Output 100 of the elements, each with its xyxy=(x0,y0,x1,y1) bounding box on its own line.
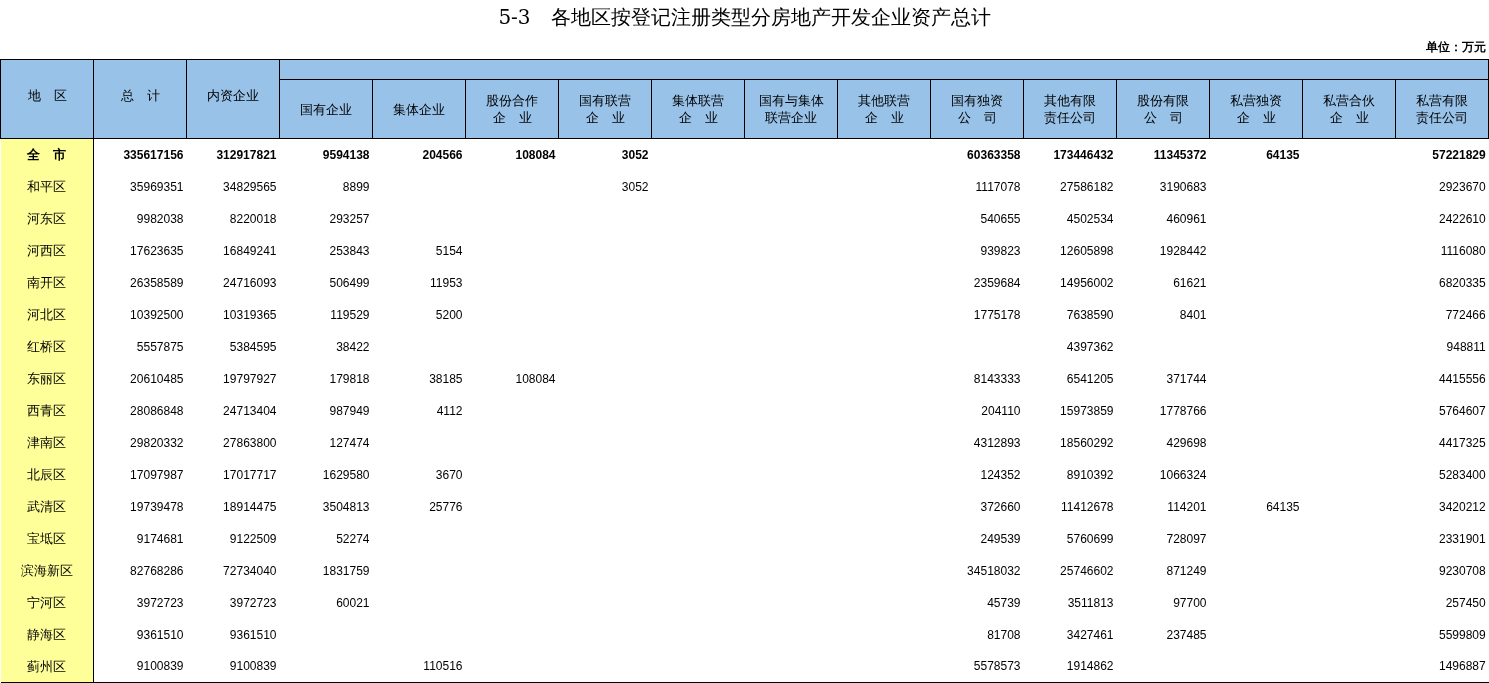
table-cell-text: 1066324 xyxy=(1158,466,1208,484)
table-cell: 57221829 xyxy=(1395,138,1489,171)
table-cell-text: 17017717 xyxy=(222,466,278,484)
column-header: 内资企业 xyxy=(186,59,280,139)
row-header: 东丽区 xyxy=(0,362,94,395)
table-cell-text: 1831759 xyxy=(321,562,371,580)
table-cell-text: 204110 xyxy=(980,402,1022,420)
row-header: 津南区 xyxy=(0,426,94,459)
column-header: 其他有限 责任公司 xyxy=(1023,79,1117,139)
column-header: 国有独资 公 司 xyxy=(930,79,1024,139)
table-cell: 5578573 xyxy=(930,650,1024,683)
table-cell-text: 249539 xyxy=(979,530,1022,548)
column-header: 私营有限 责任公司 xyxy=(1395,79,1489,139)
column-header: 私营合伙 企 业 xyxy=(1302,79,1396,139)
table-cell-text: 16849241 xyxy=(222,242,278,260)
table-cell-text: 5384595 xyxy=(228,338,278,356)
table-cell-text: 1116080 xyxy=(1439,242,1487,260)
row-header: 武清区 xyxy=(0,490,94,523)
table-cell-text: 3972723 xyxy=(228,594,278,612)
table-cell-text: 38422 xyxy=(335,338,371,356)
table-cell-text: 1778766 xyxy=(1158,402,1208,420)
table-cell-text: 60021 xyxy=(335,594,371,612)
row-header: 静海区 xyxy=(0,618,94,651)
unit-label: 单位：万元 xyxy=(1426,38,1486,56)
column-header: 集体联营 企 业 xyxy=(651,79,745,139)
table-cell-text: 2331901 xyxy=(1437,530,1487,548)
column-header: 国有与集体 联营企业 xyxy=(744,79,838,139)
table-cell: 28086848 xyxy=(93,394,187,427)
table-cell-text: 5599809 xyxy=(1437,626,1487,644)
table-cell-text: 3504813 xyxy=(321,498,371,516)
column-header: 总 计 xyxy=(93,59,187,139)
table-cell-text: 4312893 xyxy=(972,434,1022,452)
table-cell: 5557875 xyxy=(93,330,187,363)
table-cell-text: 939823 xyxy=(979,242,1022,260)
table-cell-text: 237485 xyxy=(1165,626,1208,644)
table-cell-text: 27863800 xyxy=(222,434,278,452)
row-header: 宝坻区 xyxy=(0,522,94,555)
table-cell-text: 18560292 xyxy=(1059,434,1115,452)
table-cell-text: 8899 xyxy=(341,178,371,196)
table-title: 5-3 各地区按登记注册类型分房地产开发企业资产总计 xyxy=(498,4,991,31)
table-cell: 1496887 xyxy=(1395,650,1489,683)
table-cell: 9982038 xyxy=(93,202,187,235)
table-cell-text: 5283400 xyxy=(1437,466,1487,484)
column-header: 国有联营 企 业 xyxy=(558,79,652,139)
table-cell-text: 14956002 xyxy=(1059,274,1115,292)
row-header: 宁河区 xyxy=(0,586,94,619)
table-cell: 17097987 xyxy=(93,458,187,491)
table-cell-text: 1117078 xyxy=(974,178,1022,196)
table-cell-text: 72734040 xyxy=(222,562,278,580)
table-cell-text: 97700 xyxy=(1172,594,1208,612)
column-header: 股份有限 公 司 xyxy=(1116,79,1210,139)
table-cell-text: 11412678 xyxy=(1060,498,1115,516)
table-cell-text: 987949 xyxy=(328,402,371,420)
table-cell-text: 81708 xyxy=(986,626,1022,644)
table-cell-text: 1928442 xyxy=(1158,242,1208,260)
table-cell: 10392500 xyxy=(93,298,187,331)
table-cell-text: 4397362 xyxy=(1065,338,1115,356)
table-cell-text: 52274 xyxy=(335,530,371,548)
table-cell-text: 5154 xyxy=(434,242,464,260)
row-header: 河东区 xyxy=(0,202,94,235)
column-header: 私营独资 企 业 xyxy=(1209,79,1303,139)
table-cell-text: 10319365 xyxy=(222,306,278,324)
table-cell-text: 372660 xyxy=(979,498,1022,516)
table-cell-text: 8143333 xyxy=(972,370,1022,388)
table-cell-text: 2359684 xyxy=(972,274,1022,292)
table-cell-text: 127474 xyxy=(328,434,371,452)
table-cell-text: 3670 xyxy=(434,466,464,484)
row-header: 全 市 xyxy=(0,138,94,171)
table-cell-text: 114201 xyxy=(1166,498,1208,516)
table-cell-text: 4415556 xyxy=(1437,370,1487,388)
table-cell-text: 61621 xyxy=(1172,274,1208,292)
table-cell-text: 25746602 xyxy=(1059,562,1115,580)
table-cell-text: 948811 xyxy=(1445,338,1487,356)
table-cell-text: 19797927 xyxy=(222,370,278,388)
table-cell-text: 2923670 xyxy=(1437,178,1487,196)
table-cell-text: 25776 xyxy=(428,498,464,516)
table-cell-text: 3420212 xyxy=(1437,498,1487,516)
row-header: 和平区 xyxy=(0,170,94,203)
table-cell-text: 371744 xyxy=(1165,370,1208,388)
table-cell-text: 45739 xyxy=(986,594,1022,612)
table-cell-text: 27586182 xyxy=(1059,178,1115,196)
column-header: 集体企业 xyxy=(372,79,466,139)
table-cell-text: 506499 xyxy=(328,274,371,292)
table-cell-text: 34518032 xyxy=(966,562,1022,580)
table-cell: 82768286 xyxy=(93,554,187,587)
row-header: 河西区 xyxy=(0,234,94,267)
table-cell-text: 9361510 xyxy=(228,626,278,644)
row-header: 北辰区 xyxy=(0,458,94,491)
table-cell: 60363358 xyxy=(930,138,1024,171)
column-header: 国有企业 xyxy=(279,79,373,139)
table-cell: 173446432 xyxy=(1023,138,1117,171)
row-header: 蓟州区 xyxy=(0,650,94,683)
row-header: 红桥区 xyxy=(0,330,94,363)
table-cell: 108084 xyxy=(465,138,559,171)
table-cell-text: 5760699 xyxy=(1065,530,1115,548)
table-cell-text: 3427461 xyxy=(1065,626,1115,644)
table-cell-text: 3511813 xyxy=(1066,594,1115,612)
table-cell-text: 460961 xyxy=(1165,210,1208,228)
table-cell-text: 728097 xyxy=(1165,530,1208,548)
table-cell-text: 8220018 xyxy=(228,210,278,228)
